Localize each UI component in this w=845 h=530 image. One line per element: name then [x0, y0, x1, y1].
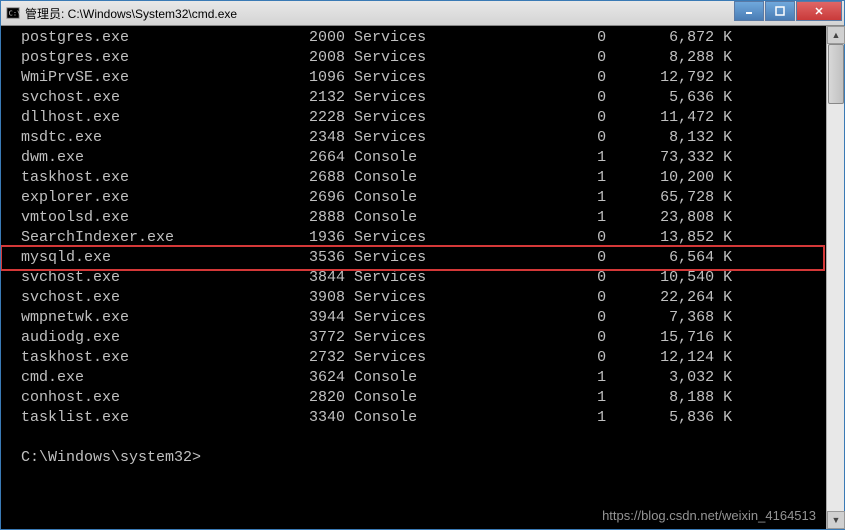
process-row: mysqld.exe 3536 Services 0 6,564 K	[21, 248, 826, 268]
process-row: taskhost.exe 2688 Console 1 10,200 K	[21, 168, 826, 188]
process-row: svchost.exe 3908 Services 0 22,264 K	[21, 288, 826, 308]
process-row: vmtoolsd.exe 2888 Console 1 23,808 K	[21, 208, 826, 228]
process-row: wmpnetwk.exe 3944 Services 0 7,368 K	[21, 308, 826, 328]
scrollbar-thumb[interactable]	[828, 44, 844, 104]
process-row: dllhost.exe 2228 Services 0 11,472 K	[21, 108, 826, 128]
console-output[interactable]: postgres.exe 2000 Services 0 6,872 Kpost…	[1, 26, 826, 529]
process-row: svchost.exe 2132 Services 0 5,636 K	[21, 88, 826, 108]
process-row: postgres.exe 2000 Services 0 6,872 K	[21, 28, 826, 48]
svg-text:C:\: C:\	[9, 10, 20, 18]
window-controls	[733, 1, 842, 25]
process-row: cmd.exe 3624 Console 1 3,032 K	[21, 368, 826, 388]
cmd-window: C:\ 管理员: C:\Windows\System32\cmd.exe pos…	[0, 0, 845, 530]
close-button[interactable]	[796, 1, 842, 21]
process-row: taskhost.exe 2732 Services 0 12,124 K	[21, 348, 826, 368]
cmd-icon: C:\	[5, 5, 21, 21]
process-row: audiodg.exe 3772 Services 0 15,716 K	[21, 328, 826, 348]
process-row: postgres.exe 2008 Services 0 8,288 K	[21, 48, 826, 68]
process-row: WmiPrvSE.exe 1096 Services 0 12,792 K	[21, 68, 826, 88]
process-row: msdtc.exe 2348 Services 0 8,132 K	[21, 128, 826, 148]
process-row: tasklist.exe 3340 Console 1 5,836 K	[21, 408, 826, 428]
process-row: dwm.exe 2664 Console 1 73,332 K	[21, 148, 826, 168]
process-row: svchost.exe 3844 Services 0 10,540 K	[21, 268, 826, 288]
scrollbar[interactable]: ▲ ▼	[826, 26, 844, 529]
scroll-down-button[interactable]: ▼	[827, 511, 845, 529]
process-row: SearchIndexer.exe 1936 Services 0 13,852…	[21, 228, 826, 248]
maximize-button[interactable]	[765, 1, 795, 21]
scroll-up-button[interactable]: ▲	[827, 26, 845, 44]
window-title: 管理员: C:\Windows\System32\cmd.exe	[25, 5, 733, 22]
watermark: https://blog.csdn.net/weixin_4164513	[602, 508, 816, 523]
command-prompt[interactable]: C:\Windows\system32>	[21, 448, 826, 468]
minimize-button[interactable]	[734, 1, 764, 21]
process-row: conhost.exe 2820 Console 1 8,188 K	[21, 388, 826, 408]
process-row: explorer.exe 2696 Console 1 65,728 K	[21, 188, 826, 208]
titlebar: C:\ 管理员: C:\Windows\System32\cmd.exe	[1, 1, 844, 26]
